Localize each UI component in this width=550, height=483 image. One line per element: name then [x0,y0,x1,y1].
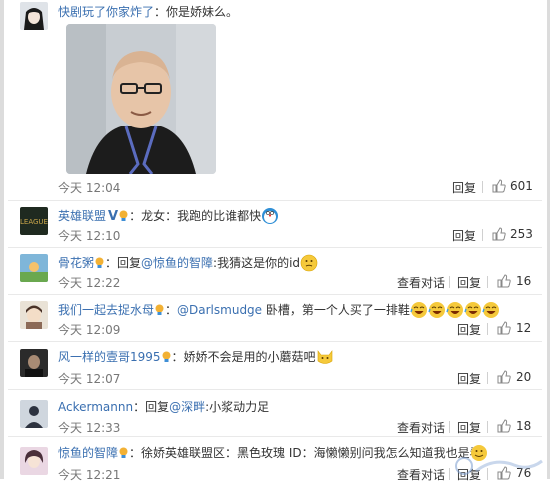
comment-body: ：徐娇英雄联盟区：黑色玫瑰 ID：海懒懒别问我怎么知道我也是看说的 [129,446,482,460]
comment-time: 今天 12:09 [58,323,121,337]
doraemon-emoji-icon [262,208,279,224]
comment-text: 惊鱼的智障 ：徐娇英雄联盟区：黑色玫瑰 ID：海懒懒别问我怎么知道我也是看说的 [58,443,482,463]
comment-body: 卧槽，第一个人买了一排鞋 [262,303,410,317]
divider [449,276,450,288]
view-conversation-button[interactable]: 查看对话 [397,419,445,436]
comment-body: ：你是娇妹么。 [154,5,239,19]
comment-time: 今天 12:21 [58,468,121,482]
like-icon[interactable] [492,227,506,241]
like-count: 253 [510,227,533,241]
comment-item: LEAGUE 英雄联盟 V ：龙女：我跑的比谁都快 今天 12:10 回复 253 [8,201,542,248]
laughing-emoji-icon [410,302,427,318]
reply-prefix: ：回复 [133,400,170,414]
divider [482,181,483,193]
divider [449,421,450,433]
like-icon[interactable] [497,370,511,384]
mention-link[interactable]: @惊鱼的智障 [141,256,213,270]
divider [449,468,450,480]
text-prefix: ： [165,303,178,317]
like-count: 18 [516,419,532,433]
comment-item: 骨花粥 ：回复@惊鱼的智障:我猜这是你的id 今天 12:22 查看对话 回复 1… [8,248,542,295]
comment-text: Ackermannn：回复@深畔:小浆动力足 [58,397,532,417]
svg-text:LEAGUE: LEAGUE [20,218,48,226]
comment-body: ：龙女：我跑的比谁都快 [129,209,262,223]
comment-item: 我们一起去捉水母 ：@Darlsmudge 卧槽，第一个人买了一排鞋 今天 12:… [8,295,542,342]
comment-text: 快剧玩了你家炸了：你是娇妹么。 [58,2,532,22]
comment-body: :我猜这是你的id [213,256,301,270]
comment-time: 今天 12:22 [58,276,121,290]
laughing-emoji-icon [428,302,445,318]
comment-item: Ackermannn：回复@深畔:小浆动力足 今天 12:33 查看对话 回复 … [8,390,542,437]
lightbulb-icon [95,257,104,268]
reply-prefix: ：回复 [105,256,142,270]
user-avatar[interactable] [20,301,48,329]
reply-button[interactable]: 回复 [452,179,476,196]
comment-text: 骨花粥 ：回复@惊鱼的智障:我猜这是你的id [58,253,532,273]
user-avatar[interactable] [20,254,48,282]
comment-username[interactable]: 风一样的壹哥1995 [58,350,161,364]
view-conversation-button[interactable]: 查看对话 [397,274,445,291]
comment-body: :小浆动力足 [205,400,270,414]
comment-item: 快剧玩了你家炸了：你是娇妹么。 今天 12:04 回复 601 [8,0,542,201]
lightbulb-icon [119,210,128,221]
reply-button[interactable]: 回复 [452,227,476,244]
comment-username[interactable]: 我们一起去捉水母 [58,303,154,317]
user-avatar[interactable] [20,2,48,30]
comment-photo[interactable] [66,24,216,174]
comment-time: 今天 12:07 [58,372,121,386]
lightbulb-icon [119,447,128,458]
reply-button[interactable]: 回复 [457,274,481,291]
user-avatar[interactable] [20,400,48,428]
laughing-emoji-icon [482,302,499,318]
lightbulb-icon [155,304,164,315]
comment-username[interactable]: Ackermannn [58,400,133,414]
like-count: 20 [516,370,532,384]
user-avatar[interactable]: LEAGUE [20,207,48,235]
comment-time: 今天 12:04 [58,181,121,195]
verified-badge-icon: V [108,209,119,224]
comment-username[interactable]: 快剧玩了你家炸了 [58,5,154,19]
window-left-border [0,0,4,479]
user-avatar[interactable] [20,349,48,377]
comment-text: 英雄联盟 V ：龙女：我跑的比谁都快 [58,206,532,226]
like-icon[interactable] [497,419,511,433]
like-icon[interactable] [497,321,511,335]
divider [487,323,488,335]
comment-text: 风一样的壹哥1995 ：娇娇不会是用的小蘑菇吧 [58,347,532,367]
comment-time: 今天 12:33 [58,421,121,435]
comment-body: ：娇娇不会是用的小蘑菇吧 [171,350,316,364]
mention-link[interactable]: @Darlsmudge [177,303,262,317]
like-icon[interactable] [492,179,506,193]
divider [487,276,488,288]
like-count: 16 [516,274,532,288]
comment-item: 风一样的壹哥1995 ：娇娇不会是用的小蘑菇吧 今天 12:07 回复 20 [8,342,542,390]
reply-button[interactable]: 回复 [457,370,481,387]
mention-link[interactable]: @深畔 [169,400,205,414]
comment-text: 我们一起去捉水母 ：@Darlsmudge 卧槽，第一个人买了一排鞋 [58,300,532,320]
laughing-emoji-icon [464,302,481,318]
reply-button[interactable]: 回复 [457,419,481,436]
user-avatar[interactable] [20,447,48,475]
divider [482,229,483,241]
watermark-logo [455,457,543,475]
like-count: 12 [516,321,532,335]
like-count: 601 [510,179,533,193]
divider [487,372,488,384]
comment-time: 今天 12:10 [58,229,121,243]
thinking-emoji-icon [300,254,318,272]
laughing-emoji-icon [446,302,463,318]
comment-username[interactable]: 骨花粥 [58,256,94,270]
comment-username[interactable]: 惊鱼的智障 [58,446,118,460]
lightbulb-icon [162,351,171,362]
view-conversation-button[interactable]: 查看对话 [397,466,445,483]
cat-emoji-icon [317,350,332,364]
like-icon[interactable] [497,274,511,288]
reply-button[interactable]: 回复 [457,321,481,338]
comment-username[interactable]: 英雄联盟 [58,209,106,223]
divider [487,421,488,433]
